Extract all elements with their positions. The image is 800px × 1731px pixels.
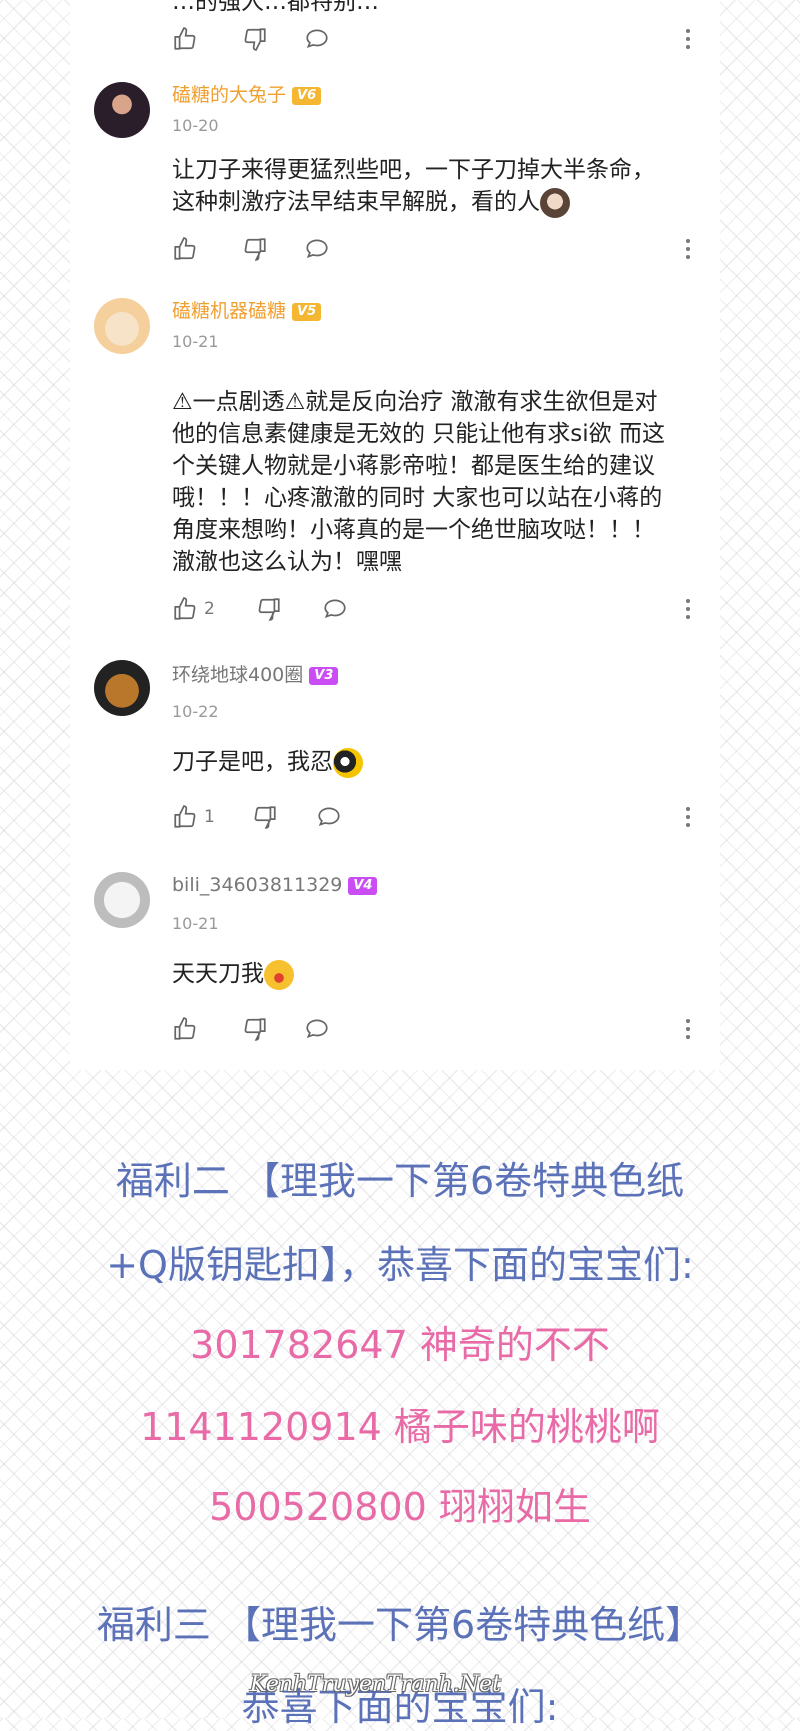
username[interactable]: 磕糖机器磕糖 V5 xyxy=(172,296,322,323)
reply-button[interactable] xyxy=(304,24,330,54)
dislike-button[interactable] xyxy=(242,24,268,54)
thumbs-up-icon xyxy=(174,1017,196,1040)
like-count: 2 xyxy=(204,599,215,619)
comment-date: 10-20 xyxy=(172,116,219,135)
watermark: KenhTruyenTranh.Net xyxy=(250,1672,501,1697)
dislike-button[interactable] xyxy=(242,234,268,264)
username-text: 磕糖的大兔子 xyxy=(172,84,287,106)
reply-button[interactable] xyxy=(304,234,330,264)
reply-button[interactable] xyxy=(304,1014,330,1044)
winner-entry: 500520800 珝栩如生 xyxy=(209,1485,591,1529)
sticker-icon xyxy=(540,187,570,218)
comment-actions xyxy=(172,1014,692,1044)
username-text: 环绕地球400圈 xyxy=(172,664,304,686)
chat-bubble-icon xyxy=(306,29,328,49)
comment-text-body: 天天刀我 xyxy=(172,961,264,987)
avatar[interactable] xyxy=(94,660,150,716)
comment-text: 天天刀我 xyxy=(172,958,672,990)
like-button[interactable]: 2 xyxy=(172,594,215,624)
chat-bubble-icon xyxy=(306,239,328,259)
comment-actions xyxy=(172,234,692,264)
comment-text: ⚠一点剧透⚠就是反向治疗 澈澈有求生欲但是对他的信息素健康是无效的 只能让他有求… xyxy=(172,389,665,575)
more-options-icon[interactable] xyxy=(684,27,692,51)
username[interactable]: 环绕地球400圈 V3 xyxy=(172,660,339,687)
chat-bubble-icon xyxy=(306,1019,328,1039)
like-count: 1 xyxy=(204,807,215,827)
comment-actions: 2 xyxy=(172,594,692,624)
announcement-line-1: 福利二 【理我一下第6卷特典色纸 xyxy=(115,1159,685,1203)
avatar[interactable] xyxy=(94,298,150,354)
thumbs-down-icon xyxy=(244,238,266,261)
thumbs-up-icon xyxy=(174,597,196,620)
comment-panel: …的强人…都特别… 磕糖的大兔子 V6 10-20 让刀子来得更猛烈些吧，一下子刀… xyxy=(70,0,720,1070)
thumbs-down-icon xyxy=(258,598,280,621)
comment-actions: 1 xyxy=(172,802,692,832)
like-button[interactable] xyxy=(172,24,198,54)
more-options-icon[interactable] xyxy=(684,237,692,261)
thumbs-down-icon xyxy=(254,806,276,829)
username[interactable]: bili_34603811329 V4 xyxy=(172,874,378,896)
thumbs-up-icon xyxy=(174,27,196,50)
chat-bubble-icon xyxy=(318,807,340,827)
thumbs-down-icon xyxy=(244,1018,266,1041)
dislike-button[interactable] xyxy=(256,594,282,624)
level-badge: V3 xyxy=(309,667,339,685)
reply-button[interactable] xyxy=(316,802,342,832)
chat-bubble-icon xyxy=(324,599,346,619)
thumbs-down-icon xyxy=(244,28,266,51)
more-options-icon[interactable] xyxy=(684,597,692,621)
comment-text-body: 让刀子来得更猛烈些吧，一下子刀掉大半条命，这种刺激疗法早结束早解脱，看的人 xyxy=(172,157,655,215)
like-button[interactable] xyxy=(172,234,198,264)
winner-entry: 301782647 神奇的不不 xyxy=(190,1323,610,1367)
more-options-icon[interactable] xyxy=(684,805,692,829)
thumbs-up-icon xyxy=(174,237,196,260)
dislike-button[interactable] xyxy=(242,1014,268,1044)
like-button[interactable] xyxy=(172,1014,198,1044)
sticker-icon xyxy=(333,747,363,778)
comment-date: 10-21 xyxy=(172,914,219,933)
username-text: bili_34603811329 xyxy=(172,874,343,896)
partial-top-text: …的强人…都特别… xyxy=(172,0,379,15)
reply-button[interactable] xyxy=(322,594,348,624)
level-badge: V5 xyxy=(292,303,322,321)
username[interactable]: 磕糖的大兔子 V6 xyxy=(172,80,322,107)
avatar[interactable] xyxy=(94,82,150,138)
comment-actions xyxy=(172,24,692,54)
level-badge: V4 xyxy=(348,877,378,895)
comment-text: 让刀子来得更猛烈些吧，一下子刀掉大半条命，这种刺激疗法早结束早解脱，看的人 xyxy=(172,154,672,218)
dislike-button[interactable] xyxy=(252,802,278,832)
avatar[interactable] xyxy=(94,872,150,928)
thumbs-up-icon xyxy=(174,805,196,828)
username-text: 磕糖机器磕糖 xyxy=(172,300,287,322)
like-button[interactable]: 1 xyxy=(172,802,215,832)
winner-entry: 1141120914 橘子味的桃桃啊 xyxy=(140,1405,660,1449)
announcement-line-2: +Q版钥匙扣】，恭喜下面的宝宝们: xyxy=(106,1243,694,1287)
comment-date: 10-21 xyxy=(172,332,219,351)
crying-emoji-icon xyxy=(264,959,294,990)
comment-text-body: 刀子是吧，我忍 xyxy=(172,749,333,775)
announcement-line-3: 福利三 【理我一下第6卷特典色纸】 xyxy=(96,1603,704,1647)
comment-text: 刀子是吧，我忍 xyxy=(172,746,672,778)
level-badge: V6 xyxy=(292,87,322,105)
more-options-icon[interactable] xyxy=(684,1017,692,1041)
comment-date: 10-22 xyxy=(172,702,219,721)
